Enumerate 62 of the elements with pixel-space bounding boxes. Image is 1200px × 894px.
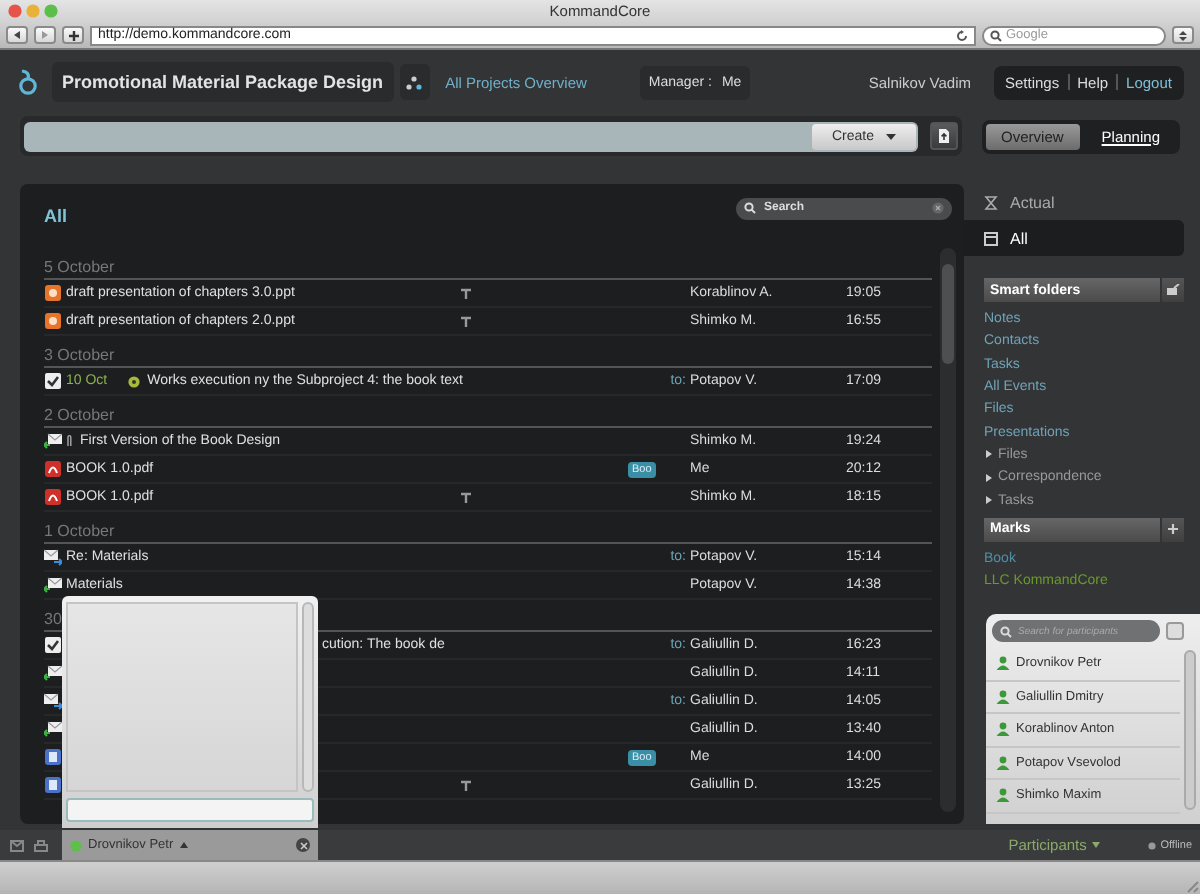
person-icon	[996, 788, 1010, 803]
person-icon	[996, 689, 1010, 704]
date-heading: 1 October	[44, 512, 933, 544]
caret-icon	[1092, 842, 1101, 848]
hourglass-icon	[984, 195, 998, 209]
close-icon[interactable]	[8, 4, 22, 18]
list-title: All	[44, 206, 68, 226]
resize-grip-icon[interactable]	[1184, 878, 1200, 894]
bullet-icon	[986, 450, 992, 459]
project-title: Promotional Material Package Design	[52, 62, 394, 102]
search-icon	[990, 29, 1002, 41]
pdf-file-icon	[44, 488, 62, 506]
scrollbar[interactable]	[302, 602, 314, 792]
pdf-file-icon	[44, 460, 62, 478]
add-button[interactable]	[1162, 517, 1184, 542]
person-icon	[996, 722, 1010, 737]
printer-icon[interactable]	[34, 839, 48, 851]
plus-icon	[1168, 524, 1178, 535]
date-heading: 2 October	[44, 396, 933, 428]
presentation-file-icon	[44, 312, 62, 330]
calendar-icon	[984, 231, 998, 245]
view-item[interactable]: All	[964, 220, 1184, 256]
search-icon	[1000, 625, 1012, 637]
checkbox-icon	[44, 372, 62, 390]
bookmarks-button[interactable]	[1172, 26, 1194, 44]
reload-icon[interactable]	[956, 29, 968, 41]
clear-icon[interactable]	[932, 202, 944, 214]
caret-icon	[179, 842, 188, 848]
close-icon	[299, 841, 307, 849]
close-button[interactable]	[296, 838, 310, 852]
forward-arrow-icon	[40, 30, 50, 40]
date-heading: 5 October	[44, 248, 933, 280]
checkbox-icon	[44, 636, 62, 654]
updown-icon	[1178, 29, 1188, 41]
search-icon	[744, 202, 756, 214]
person-icon	[996, 656, 1010, 671]
view-item[interactable]: Actual	[964, 188, 1200, 216]
status-icon	[127, 375, 140, 387]
folder-button[interactable]	[1162, 278, 1184, 302]
back-arrow-icon	[12, 30, 22, 40]
nodes-icon	[406, 75, 423, 89]
presentation-file-icon	[44, 284, 62, 302]
add-bookmark-button[interactable]	[62, 26, 84, 44]
scrollbar[interactable]	[940, 248, 956, 812]
scrollbar-thumb[interactable]	[942, 264, 954, 364]
bullet-icon	[986, 473, 992, 482]
date-heading: 3 October	[44, 336, 933, 368]
status-dot-icon	[1148, 841, 1157, 849]
export-button[interactable]	[930, 122, 958, 150]
contact-card-button[interactable]	[1166, 622, 1184, 640]
person-icon	[996, 755, 1010, 770]
bullet-icon	[986, 496, 992, 505]
document-arrow-icon	[938, 128, 950, 144]
logo-icon	[18, 68, 38, 96]
back-button[interactable]	[6, 26, 28, 44]
scrollbar[interactable]	[1184, 650, 1196, 810]
zoom-icon[interactable]	[44, 4, 58, 18]
hierarchy-button[interactable]	[399, 64, 430, 100]
message-input[interactable]	[66, 798, 314, 822]
envelope-icon[interactable]	[10, 839, 24, 851]
plus-icon	[67, 29, 79, 41]
caret-icon	[886, 133, 896, 139]
